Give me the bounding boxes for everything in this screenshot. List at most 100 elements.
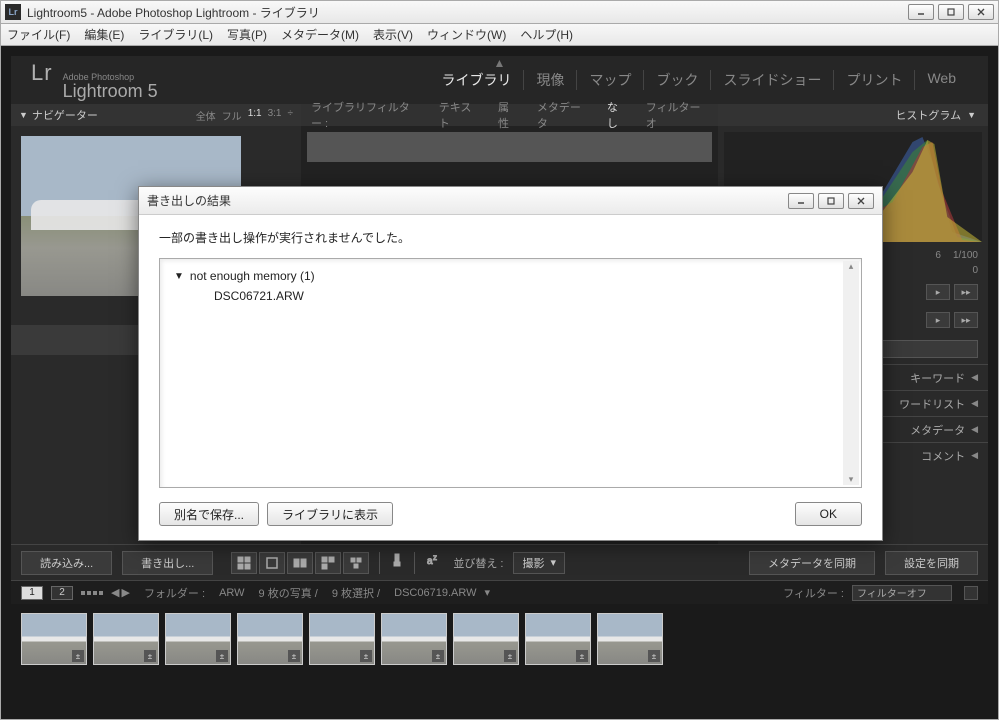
view-survey-icon[interactable]	[315, 552, 341, 574]
menu-help[interactable]: ヘルプ(H)	[520, 26, 573, 43]
view-grid-icon[interactable]	[231, 552, 257, 574]
svg-text:z: z	[433, 553, 437, 562]
export-results-dialog: 書き出しの結果 一部の書き出し操作が実行されませんでした。 ▼ not enou…	[138, 186, 883, 541]
thumbnail[interactable]: ±	[165, 613, 231, 665]
import-button[interactable]: 読み込み...	[21, 551, 112, 575]
filter-none[interactable]: なし	[607, 99, 628, 131]
view-loupe-icon[interactable]	[259, 552, 285, 574]
tab-library[interactable]: ライブラリ	[429, 70, 524, 90]
thumbnail[interactable]: ±	[93, 613, 159, 665]
hist-iso: 0	[972, 265, 978, 276]
filter-select[interactable]: フィルターオフ	[852, 585, 952, 601]
error-group-label: not enough memory (1)	[190, 269, 315, 283]
filter-lock-icon[interactable]	[964, 586, 978, 600]
close-button[interactable]	[968, 4, 994, 20]
filter-off[interactable]: フィルターオ	[646, 99, 708, 131]
screen-2-button[interactable]: 2	[51, 586, 73, 600]
quick-prev-button[interactable]: ▸	[926, 284, 950, 300]
crumb-folder-label: フォルダー :	[144, 585, 205, 601]
nav-back-icon[interactable]: ◀	[111, 586, 119, 599]
filter-label: ライブラリフィルター :	[311, 99, 421, 131]
divider	[379, 552, 380, 574]
nav-fwd-icon[interactable]: ▶	[121, 586, 129, 599]
sync-metadata-button[interactable]: メタデータを同期	[749, 551, 875, 575]
menu-bar: ファイル(F) 編集(E) ライブラリ(L) 写真(P) メタデータ(M) 表示…	[0, 24, 999, 46]
thumbnail[interactable]: ±	[525, 613, 591, 665]
badge-icon: ±	[288, 650, 300, 662]
menu-metadata[interactable]: メタデータ(M)	[281, 26, 359, 43]
zoom-expand[interactable]: ÷	[288, 108, 294, 123]
badge-icon: ±	[144, 650, 156, 662]
menu-window[interactable]: ウィンドウ(W)	[427, 26, 506, 43]
screen-1-button[interactable]: 1	[21, 586, 43, 600]
menu-photo[interactable]: 写真(P)	[227, 26, 267, 43]
show-in-library-button[interactable]: ライブラリに表示	[267, 502, 393, 526]
zoom-1-1[interactable]: 1:1	[248, 108, 262, 123]
scrollbar[interactable]	[843, 261, 859, 485]
panel-toggle-top[interactable]: ▲	[494, 56, 506, 70]
tab-develop[interactable]: 現像	[524, 70, 577, 90]
grid-icon[interactable]	[81, 591, 103, 595]
zoom-fit[interactable]: 全体	[196, 108, 216, 123]
navigator-header[interactable]: ▼ ナビゲーター 全体 フル 1:1 3:1 ÷	[11, 104, 301, 126]
thumbnail[interactable]: ±	[309, 613, 375, 665]
ok-button[interactable]: OK	[795, 502, 862, 526]
quick-prev2-button[interactable]: ▸	[926, 312, 950, 328]
tab-print[interactable]: プリント	[834, 70, 915, 90]
view-compare-icon[interactable]	[287, 552, 313, 574]
dialog-title-bar[interactable]: 書き出しの結果	[139, 187, 882, 215]
window-title: Lightroom5 - Adobe Photoshop Lightroom -…	[27, 4, 908, 21]
sync-settings-button[interactable]: 設定を同期	[885, 551, 978, 575]
menu-edit[interactable]: 編集(E)	[84, 26, 124, 43]
badge-icon: ±	[216, 650, 228, 662]
toolbar: 読み込み... 書き出し... az 並び替え : 撮影▾ メタデータを同期 設…	[11, 544, 988, 580]
painter-icon[interactable]	[390, 553, 404, 572]
logo-product: Lightroom 5	[63, 82, 158, 100]
crumb-count: 9 枚の写真 /	[259, 585, 318, 601]
crumb-folder[interactable]: ARW	[219, 587, 244, 599]
filter-attr[interactable]: 属性	[498, 99, 519, 131]
histogram-title: ヒストグラム	[895, 107, 961, 123]
thumbnail[interactable]: ±	[381, 613, 447, 665]
dialog-message: 一部の書き出し操作が実行されませんでした。	[159, 229, 862, 246]
sort-label: 並び替え :	[453, 555, 503, 571]
chevron-down-icon: ▼	[19, 110, 28, 120]
zoom-3-1[interactable]: 3:1	[268, 108, 282, 123]
tab-web[interactable]: Web	[915, 70, 968, 90]
maximize-button[interactable]	[938, 4, 964, 20]
sort-select[interactable]: 撮影▾	[513, 552, 565, 574]
dialog-maximize-button[interactable]	[818, 193, 844, 209]
thumbnail[interactable]: ±	[237, 613, 303, 665]
error-list[interactable]: ▼ not enough memory (1) DSC06721.ARW	[159, 258, 862, 488]
crumb-chevron-icon[interactable]: ▾	[484, 586, 490, 599]
thumbnail[interactable]: ±	[453, 613, 519, 665]
quick-next2-button[interactable]: ▸▸	[954, 312, 978, 328]
export-button[interactable]: 書き出し...	[122, 551, 213, 575]
filmstrip: ± ± ± ± ± ± ± ± ±	[11, 604, 988, 674]
thumbnail[interactable]: ±	[21, 613, 87, 665]
dialog-close-button[interactable]	[848, 193, 874, 209]
save-as-button[interactable]: 別名で保存...	[159, 502, 259, 526]
zoom-fill[interactable]: フル	[222, 108, 242, 123]
sort-dir-icon[interactable]: az	[425, 553, 439, 572]
grid-area[interactable]	[307, 132, 712, 162]
hist-shutter: 1/100	[953, 250, 978, 261]
thumbnail[interactable]: ±	[597, 613, 663, 665]
minimize-button[interactable]	[908, 4, 934, 20]
dialog-minimize-button[interactable]	[788, 193, 814, 209]
tab-book[interactable]: ブック	[644, 70, 711, 90]
filmstrip-header: 1 2 ◀▶ フォルダー : ARW 9 枚の写真 / 9 枚選択 / DSC0…	[11, 580, 988, 604]
filter-text[interactable]: テキスト	[439, 99, 480, 131]
tab-map[interactable]: マップ	[577, 70, 644, 90]
quick-next-button[interactable]: ▸▸	[954, 284, 978, 300]
module-tabs: ライブラリ 現像 マップ ブック スライドショー プリント Web	[429, 70, 968, 90]
filter-meta[interactable]: メタデータ	[537, 99, 589, 131]
error-group[interactable]: ▼ not enough memory (1)	[174, 269, 847, 283]
error-file[interactable]: DSC06721.ARW	[214, 289, 847, 303]
view-people-icon[interactable]	[343, 552, 369, 574]
tab-slideshow[interactable]: スライドショー	[711, 70, 834, 90]
menu-view[interactable]: 表示(V)	[373, 26, 413, 43]
menu-file[interactable]: ファイル(F)	[7, 26, 70, 43]
menu-library[interactable]: ライブラリ(L)	[138, 26, 213, 43]
histogram-header[interactable]: ヒストグラム ▼	[718, 104, 988, 126]
